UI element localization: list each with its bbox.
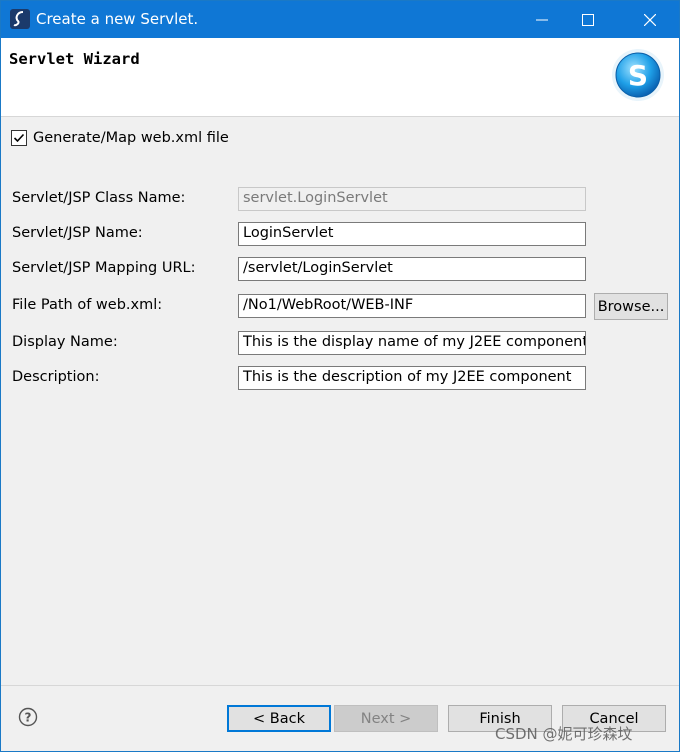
display-name-label: Display Name:: [12, 334, 118, 350]
class-name-field: servlet.LoginServlet: [238, 187, 586, 211]
description-label: Description:: [12, 369, 100, 385]
minimize-button[interactable]: [519, 1, 565, 38]
generate-webxml-checkbox[interactable]: [11, 130, 27, 146]
footer-divider: [1, 685, 679, 686]
checkmark-icon: [13, 133, 25, 143]
class-name-label: Servlet/JSP Class Name:: [12, 190, 186, 206]
close-button[interactable]: [627, 1, 673, 38]
csdn-watermark: CSDN @妮可珍森坟: [495, 725, 633, 743]
dialog-window: Create a new Servlet. Servlet Wizard S G…: [0, 0, 680, 752]
title-bar[interactable]: Create a new Servlet.: [1, 1, 679, 38]
svg-text:S: S: [628, 59, 648, 92]
window-title: Create a new Servlet.: [36, 10, 199, 28]
generate-webxml-label: Generate/Map web.xml file: [33, 130, 229, 146]
mapping-url-field[interactable]: /servlet/LoginServlet: [238, 257, 586, 281]
eclipse-app-icon: [10, 9, 30, 29]
maximize-button[interactable]: [565, 1, 611, 38]
mapping-url-label: Servlet/JSP Mapping URL:: [12, 260, 196, 276]
minimize-icon: [536, 19, 548, 20]
browse-button[interactable]: Browse...: [594, 293, 668, 320]
wizard-header: Servlet Wizard S: [1, 38, 679, 117]
file-path-field[interactable]: /No1/WebRoot/WEB-INF: [238, 294, 586, 318]
maximize-icon: [582, 13, 594, 26]
wizard-title: Servlet Wizard: [9, 50, 140, 68]
description-field[interactable]: This is the description of my J2EE compo…: [238, 366, 586, 390]
servlet-logo-icon: S: [612, 49, 664, 101]
display-name-field[interactable]: This is the display name of my J2EE comp…: [238, 331, 586, 355]
svg-text:?: ?: [25, 711, 32, 725]
servlet-name-field[interactable]: LoginServlet: [238, 222, 586, 246]
next-button[interactable]: Next >: [334, 705, 438, 732]
file-path-label: File Path of web.xml:: [12, 297, 163, 313]
help-icon[interactable]: ?: [18, 707, 38, 727]
servlet-name-label: Servlet/JSP Name:: [12, 225, 143, 241]
generate-webxml-checkbox-row[interactable]: Generate/Map web.xml file: [11, 130, 229, 146]
close-icon: [644, 13, 656, 26]
back-button[interactable]: < Back: [227, 705, 331, 732]
